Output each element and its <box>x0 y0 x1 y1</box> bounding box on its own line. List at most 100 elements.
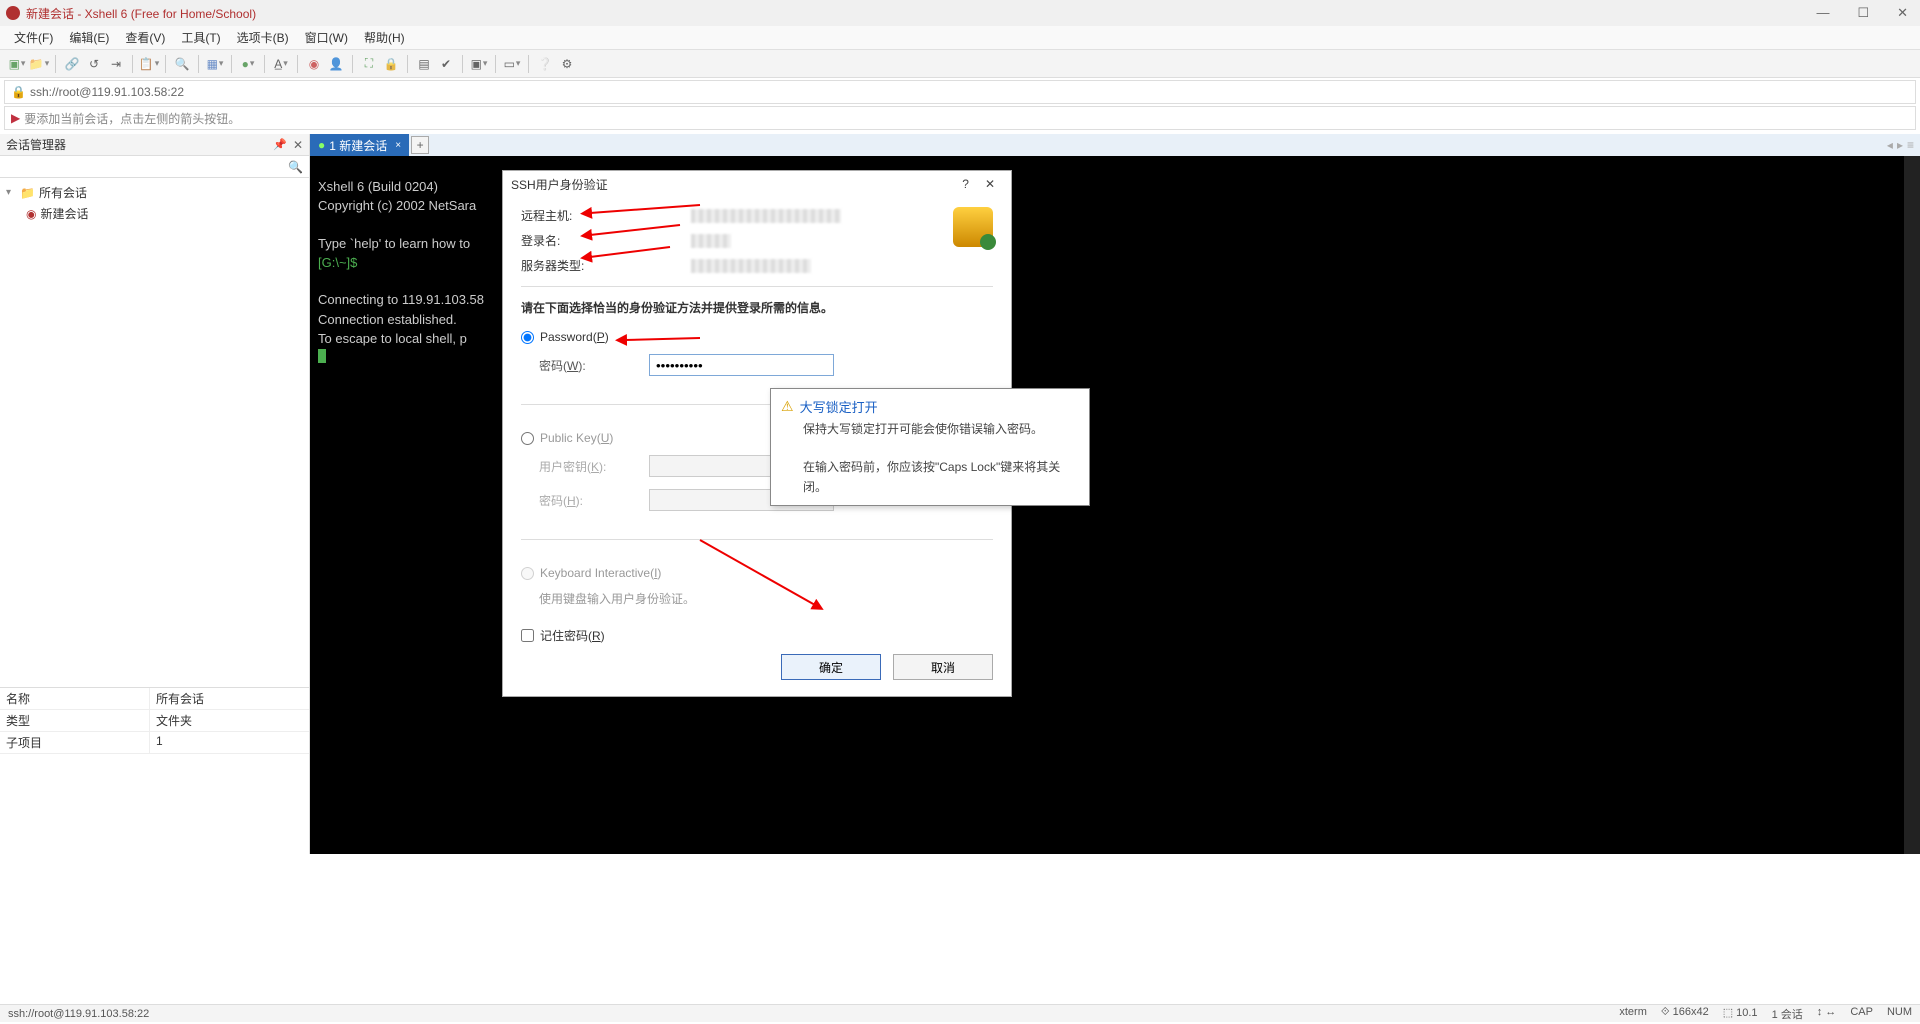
gear-icon[interactable]: ⚙ <box>558 55 576 73</box>
link-icon[interactable]: 🔗 <box>63 55 81 73</box>
toolbar-sep <box>198 55 199 73</box>
tab-bar: ● 1 新建会话 × + ◂ ▸ ≡ <box>310 134 1920 156</box>
toolbar-sep <box>297 55 298 73</box>
menu-edit[interactable]: 编辑(E) <box>63 27 115 48</box>
session-search-input[interactable] <box>6 160 288 174</box>
kbi-radio <box>521 567 534 580</box>
expand-icon[interactable]: ▾ <box>6 187 16 198</box>
swirl-icon[interactable]: ◉ <box>305 55 323 73</box>
font-icon[interactable]: A̲▾ <box>272 55 290 73</box>
password-input[interactable] <box>649 354 834 376</box>
session-icon: ◉ <box>26 207 36 221</box>
kbi-group: Keyboard Interactive(I) 使用键盘输入用户身份验证。 <box>521 552 993 623</box>
status-conn-icon: ↕ ↔ <box>1817 1006 1837 1022</box>
menu-view[interactable]: 查看(V) <box>119 27 171 48</box>
term-line: Connection established. <box>318 312 457 327</box>
menu-window[interactable]: 窗口(W) <box>299 27 354 48</box>
status-zoom-icon: ⬚ 10.1 <box>1723 1006 1758 1022</box>
cancel-button[interactable]: 取消 <box>893 654 993 680</box>
address-bar[interactable]: 🔒 ssh://root@119.91.103.58:22 <box>4 80 1916 104</box>
warning-icon: ⚠ <box>781 398 794 415</box>
tooltip-line1: 保持大写锁定打开可能会使你错误输入密码。 <box>803 420 1079 439</box>
ok-button[interactable]: 确定 <box>781 654 881 680</box>
menubar: 文件(F) 编辑(E) 查看(V) 工具(T) 选项卡(B) 窗口(W) 帮助(… <box>0 26 1920 50</box>
term-line: Xshell 6 (Build 0204) <box>318 179 438 194</box>
status-term: xterm <box>1619 1006 1647 1022</box>
new-session-icon[interactable]: ▣▾ <box>8 55 26 73</box>
session-search[interactable]: 🔍 <box>0 156 309 178</box>
dialog-instruction: 请在下面选择恰当的身份验证方法并提供登录所需的信息。 <box>521 299 993 316</box>
password-group: Password(P) 密码(W): <box>521 316 993 392</box>
terminal-icon[interactable]: ▣▾ <box>470 55 488 73</box>
open-folder-icon[interactable]: 📁▾ <box>30 55 48 73</box>
dialog-help-icon[interactable]: ? <box>954 175 977 193</box>
tooltip-title: 大写锁定打开 <box>800 397 878 416</box>
grid-icon[interactable]: ▦▾ <box>206 55 224 73</box>
layout-icon[interactable]: ▤ <box>415 55 433 73</box>
app-icon <box>6 6 20 20</box>
dialog-separator <box>521 286 993 287</box>
tab-add-button[interactable]: + <box>411 136 429 154</box>
prop-val: 文件夹 <box>150 710 198 731</box>
fullscreen-icon[interactable]: ⛶ <box>360 55 378 73</box>
help-icon[interactable]: ❔ <box>536 55 554 73</box>
color-icon[interactable]: ●▾ <box>239 55 257 73</box>
lock-icon[interactable]: 🔒 <box>382 55 400 73</box>
status-cap: CAP <box>1850 1006 1873 1022</box>
menu-tools[interactable]: 工具(T) <box>175 27 226 48</box>
toolbar-sep <box>264 55 265 73</box>
tab-next-icon[interactable]: ▸ <box>1897 138 1903 152</box>
tab-active[interactable]: ● 1 新建会话 × <box>310 134 409 156</box>
session-manager-title: 会话管理器 <box>6 136 66 153</box>
userkey-label: 用户密钥(K): <box>539 458 639 475</box>
terminal-scrollbar[interactable] <box>1904 156 1920 854</box>
publickey-radio-label: Public Key(U) <box>540 431 613 445</box>
tab-label: 1 新建会话 <box>329 137 387 154</box>
session-manager: 会话管理器 📌 ✕ 🔍 ▾ 📁 所有会话 ◉ 新建会话 名称 所有会话 <box>0 134 310 854</box>
copy-icon[interactable]: 📋▾ <box>140 55 158 73</box>
key-user-icon <box>953 207 993 247</box>
address-text: ssh://root@119.91.103.58:22 <box>30 85 184 99</box>
term-line: Connecting to 119.91.103.58 <box>318 292 484 307</box>
tree-root[interactable]: ▾ 📁 所有会话 <box>6 182 303 203</box>
search-icon[interactable]: 🔍 <box>288 160 303 174</box>
user-icon[interactable]: 👤 <box>327 55 345 73</box>
tab-list-icon[interactable]: ≡ <box>1907 138 1914 152</box>
menu-file[interactable]: 文件(F) <box>8 27 59 48</box>
menu-tabs[interactable]: 选项卡(B) <box>231 27 295 48</box>
disconnect-icon[interactable]: ⇥ <box>107 55 125 73</box>
tab-close-icon[interactable]: × <box>395 140 401 151</box>
publickey-radio[interactable] <box>521 432 534 445</box>
panel-close-icon[interactable]: ✕ <box>293 138 303 152</box>
reconnect-icon[interactable]: ↺ <box>85 55 103 73</box>
prop-key: 子项目 <box>0 732 150 753</box>
window-title: 新建会话 - Xshell 6 (Free for Home/School) <box>26 5 256 22</box>
prop-row: 名称 所有会话 <box>0 688 309 710</box>
search-icon[interactable]: 🔍 <box>173 55 191 73</box>
prop-val: 所有会话 <box>150 688 210 709</box>
status-sessions: 1 会话 <box>1772 1006 1803 1022</box>
tab-prev-icon[interactable]: ◂ <box>1887 138 1893 152</box>
maximize-button[interactable]: ☐ <box>1851 3 1875 23</box>
session-tree: ▾ 📁 所有会话 ◉ 新建会话 <box>0 178 309 687</box>
remember-password-checkbox[interactable] <box>521 629 534 642</box>
window-icon[interactable]: ▭▾ <box>503 55 521 73</box>
menu-help[interactable]: 帮助(H) <box>358 27 411 48</box>
check-icon[interactable]: ✔ <box>437 55 455 73</box>
hint-text: 要添加当前会话，点击左侧的箭头按钮。 <box>24 110 240 127</box>
status-num: NUM <box>1887 1006 1912 1022</box>
tab-nav: ◂ ▸ ≡ <box>1887 138 1920 152</box>
term-line: To escape to local shell, p <box>318 331 467 346</box>
status-address: ssh://root@119.91.103.58:22 <box>8 1008 149 1020</box>
dialog-separator <box>521 539 993 540</box>
password-radio[interactable] <box>521 331 534 344</box>
term-line: Copyright (c) 2002 NetSara <box>318 198 476 213</box>
close-button[interactable]: ✕ <box>1891 3 1914 23</box>
tree-child[interactable]: ◉ 新建会话 <box>6 203 303 224</box>
minimize-button[interactable]: — <box>1810 3 1835 23</box>
prop-row: 子项目 1 <box>0 732 309 754</box>
term-prompt: [G:\~]$ <box>318 255 357 270</box>
pin-icon[interactable]: 📌 <box>273 138 287 151</box>
dialog-close-icon[interactable]: ✕ <box>977 175 1003 193</box>
tab-status-icon: ● <box>318 138 325 152</box>
